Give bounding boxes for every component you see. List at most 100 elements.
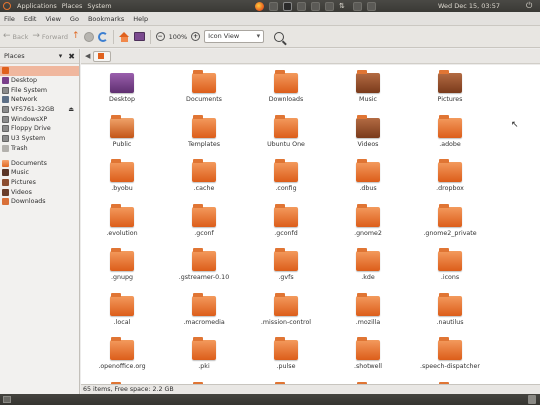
zoom-in-icon[interactable]: + — [191, 32, 201, 41]
sidebar-item-windowsxp[interactable]: WindowsXP — [0, 114, 79, 124]
sidebar-item-trash[interactable]: Trash — [0, 144, 79, 154]
ubuntu-logo-icon[interactable] — [3, 2, 11, 10]
file-item[interactable]: Downloads — [245, 70, 327, 103]
clock[interactable]: Wed Dec 15, 03:57 — [438, 1, 500, 11]
file-item[interactable]: .gvfs — [245, 248, 327, 281]
sidebar-item-music[interactable]: Music — [0, 168, 79, 178]
home-icon — [98, 53, 105, 59]
chevron-down-icon[interactable]: ▾ — [59, 52, 63, 60]
stop-icon[interactable] — [83, 31, 94, 42]
file-item[interactable]: .macromedia — [163, 292, 245, 326]
chat-icon[interactable] — [311, 1, 320, 11]
reload-icon[interactable] — [97, 31, 108, 42]
file-item[interactable]: .nautilus — [409, 292, 491, 326]
file-item[interactable]: .speech-dispatcher — [409, 337, 491, 370]
menu-help[interactable]: Help — [133, 15, 148, 23]
sidebar-item-home[interactable] — [0, 66, 79, 76]
show-desktop-icon[interactable] — [3, 396, 11, 403]
toolbar: ← Back → Forward ↑ − 100% + Icon View — [0, 26, 540, 48]
trash-icon[interactable] — [528, 395, 536, 404]
view-mode-select[interactable]: Icon View — [204, 30, 265, 43]
sidebar-item-file-system[interactable]: File System — [0, 85, 79, 95]
file-item[interactable]: Videos — [327, 114, 409, 148]
file-item[interactable]: .kde — [327, 248, 409, 281]
back-button[interactable]: ← Back — [3, 32, 28, 41]
file-item[interactable]: .gnupg — [81, 248, 163, 281]
power-icon[interactable]: ⏻ — [526, 1, 532, 11]
folder-icon — [274, 159, 298, 182]
folder-icon — [192, 203, 216, 227]
sidebar-item-desktop[interactable]: Desktop — [0, 76, 79, 86]
forward-button[interactable]: → Forward — [32, 32, 68, 41]
file-item[interactable]: .cache — [163, 159, 245, 192]
file-item[interactable]: .icons — [409, 248, 491, 281]
applications-menu[interactable]: Applications — [17, 2, 57, 10]
file-item[interactable]: .local — [81, 292, 163, 326]
path-scroll-left-icon[interactable]: ◀ — [85, 52, 90, 60]
mail-icon[interactable] — [297, 1, 306, 11]
system-menu[interactable]: System — [87, 2, 111, 10]
file-item[interactable]: Desktop — [81, 73, 163, 103]
file-item[interactable]: .gstreamer-0.10 — [163, 248, 245, 281]
search-icon[interactable] — [274, 31, 285, 42]
file-item[interactable]: .config — [245, 159, 327, 192]
file-item[interactable]: .gnome2_private — [409, 203, 491, 237]
file-item[interactable]: .pki — [163, 337, 245, 370]
sidebar-item-label: Documents — [11, 159, 47, 167]
file-item[interactable]: Ubuntu One — [245, 114, 327, 148]
sidebar-item-pictures[interactable]: Pictures — [0, 178, 79, 188]
menu-file[interactable]: File — [4, 15, 15, 23]
disk-icon — [2, 115, 9, 123]
home-icon[interactable] — [118, 31, 130, 42]
zoom-out-icon[interactable]: − — [155, 32, 165, 41]
sidebar-item-downloads[interactable]: Downloads — [0, 197, 79, 207]
eject-icon[interactable]: ⏏ — [68, 106, 74, 113]
file-label: .dropbox — [436, 185, 464, 192]
file-item[interactable]: .gnome2 — [327, 203, 409, 237]
file-item[interactable]: Pictures — [409, 70, 491, 103]
file-item[interactable]: Documents — [163, 70, 245, 103]
file-item[interactable]: .gconf — [163, 203, 245, 237]
file-item[interactable]: .byobu — [81, 159, 163, 192]
network-icon — [2, 96, 9, 104]
sidebar-item-documents[interactable]: Documents — [0, 158, 79, 168]
messaging-indicator-icon[interactable] — [353, 1, 362, 11]
menu-go[interactable]: Go — [70, 15, 79, 23]
path-home-button[interactable] — [93, 50, 112, 62]
help-icon[interactable] — [269, 1, 278, 11]
sidebar-item-usb-drive[interactable]: VFS761-32GB ⏏ — [0, 105, 79, 115]
sidebar-item-network[interactable]: Network — [0, 95, 79, 105]
file-label: .pulse — [276, 363, 296, 370]
sidebar-item-floppy[interactable]: Floppy Drive — [0, 124, 79, 134]
file-item[interactable]: .dropbox — [409, 159, 491, 192]
file-item[interactable]: Music — [327, 70, 409, 103]
menu-bookmarks[interactable]: Bookmarks — [88, 15, 124, 23]
places-menu[interactable]: Places — [62, 2, 83, 10]
file-label: .icons — [440, 274, 460, 281]
sound-icon[interactable] — [325, 1, 334, 11]
file-item[interactable]: .gconfd — [245, 203, 327, 237]
file-item[interactable]: .mozilla — [327, 292, 409, 326]
computer-icon[interactable] — [133, 32, 145, 41]
network-indicator-icon[interactable]: ⇅ — [339, 2, 348, 11]
menu-view[interactable]: View — [45, 15, 60, 23]
sidebar-places-select[interactable]: Places — [4, 52, 25, 60]
file-item[interactable]: Templates — [163, 114, 245, 148]
file-item[interactable]: .pulse — [245, 337, 327, 370]
close-icon[interactable]: ✖ — [68, 52, 75, 61]
firefox-icon[interactable] — [255, 1, 264, 11]
volume-icon[interactable] — [367, 1, 376, 11]
file-item[interactable]: .dbus — [327, 159, 409, 192]
file-item[interactable]: .mission-control — [245, 292, 327, 326]
status-bar: 65 items, Free space: 2.2 GB — [81, 384, 540, 394]
file-item[interactable]: .evolution — [81, 203, 163, 237]
file-item[interactable]: Public — [81, 114, 163, 148]
file-item[interactable]: .openoffice.org — [81, 337, 163, 370]
menu-edit[interactable]: Edit — [24, 15, 37, 23]
file-item[interactable]: .adobe — [409, 114, 491, 148]
up-arrow-icon[interactable]: ↑ — [72, 32, 80, 41]
terminal-icon[interactable] — [283, 1, 292, 11]
sidebar-item-videos[interactable]: Videos — [0, 187, 79, 197]
file-item[interactable]: .shotwell — [327, 337, 409, 370]
sidebar-item-u3-system[interactable]: U3 System — [0, 134, 79, 144]
